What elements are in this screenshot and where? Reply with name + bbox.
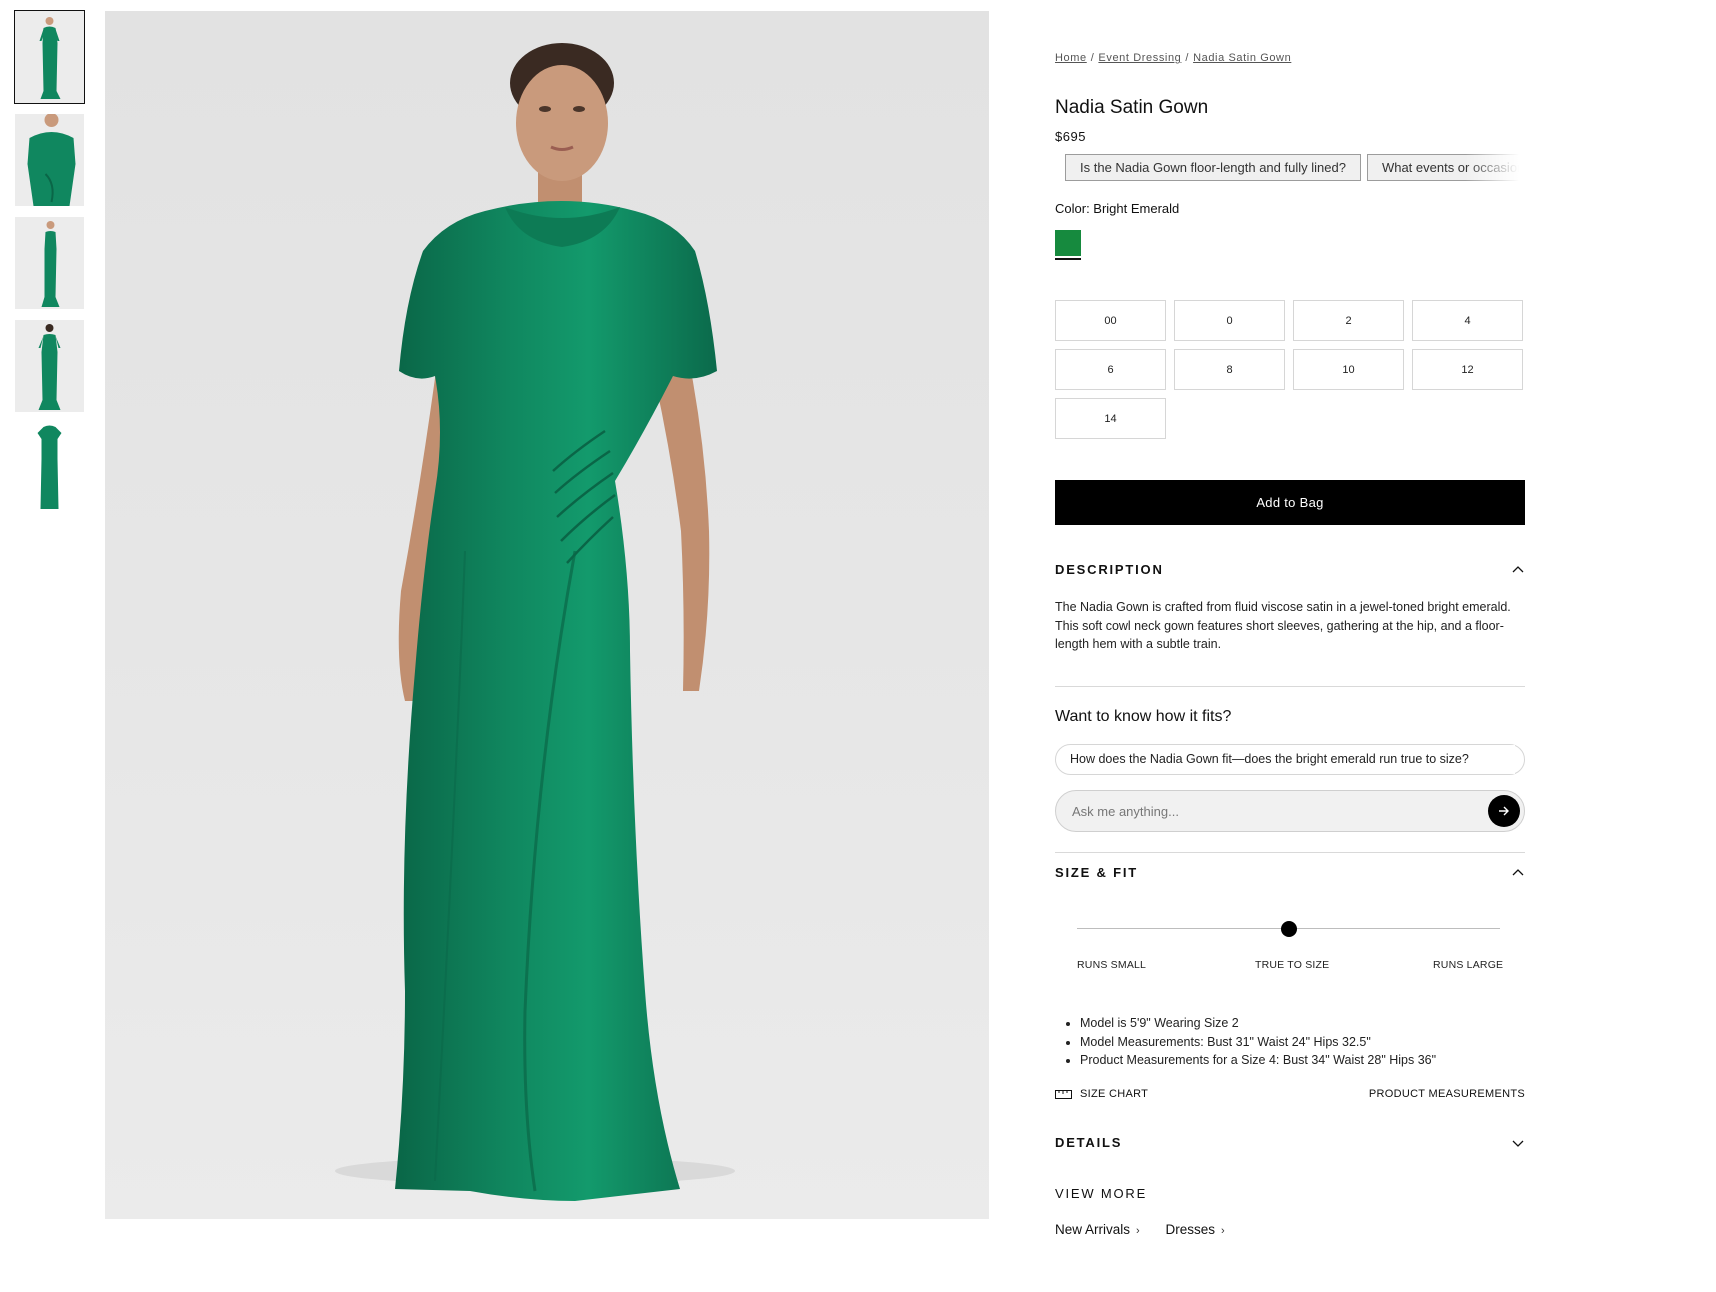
view-more-link-label: Dresses xyxy=(1165,1222,1215,1237)
size-chart-label: SIZE CHART xyxy=(1080,1088,1149,1100)
ask-box xyxy=(1055,790,1525,832)
view-more-link-label: New Arrivals xyxy=(1055,1222,1131,1237)
add-to-bag-button[interactable]: Add to Bag xyxy=(1055,480,1525,525)
divider xyxy=(1055,686,1525,687)
details-title: DETAILS xyxy=(1055,1135,1123,1150)
product-measurements-link[interactable]: PRODUCT MEASUREMENTS xyxy=(1369,1088,1525,1100)
chevron-right-icon: › xyxy=(1220,1225,1225,1237)
chips-fade xyxy=(1465,154,1525,182)
breadcrumb-separator: / xyxy=(1090,52,1095,64)
fit-suggested-question[interactable]: How does the Nadia Gown fit—does the bri… xyxy=(1055,744,1525,775)
fit-note: Model Measurements: Bust 31" Waist 24" H… xyxy=(1080,1033,1436,1052)
breadcrumb-current[interactable]: Nadia Satin Gown xyxy=(1193,52,1291,64)
breadcrumb-home[interactable]: Home xyxy=(1055,52,1087,64)
thumbnail-flat[interactable] xyxy=(15,423,84,515)
view-more-title: VIEW MORE xyxy=(1055,1186,1148,1201)
size-fit-accordion-header[interactable]: SIZE & FIT xyxy=(1055,865,1525,880)
fit-notes-list: Model is 5'9" Wearing Size 2 Model Measu… xyxy=(1080,1014,1436,1070)
chevron-right-icon: › xyxy=(1136,1225,1140,1237)
size-option[interactable]: 8 xyxy=(1174,349,1285,390)
fit-assistant-title: Want to know how it fits? xyxy=(1055,708,1232,725)
ask-input[interactable] xyxy=(1072,791,1472,831)
color-swatch-bright-emerald[interactable] xyxy=(1055,230,1081,256)
gown-detail-thumbnail-image xyxy=(27,114,75,206)
breadcrumb-event-dressing[interactable]: Event Dressing xyxy=(1098,52,1181,64)
size-fit-title: SIZE & FIT xyxy=(1055,865,1138,880)
chevron-up-icon xyxy=(1512,565,1524,572)
size-option[interactable]: 0 xyxy=(1174,300,1285,341)
details-accordion-header[interactable]: DETAILS xyxy=(1055,1135,1525,1150)
size-chart-link[interactable]: SIZE CHART xyxy=(1055,1088,1148,1100)
thumbnail-list xyxy=(14,10,85,526)
chevron-down-icon xyxy=(1512,1140,1524,1147)
size-option[interactable]: 12 xyxy=(1412,349,1523,390)
gown-model-image xyxy=(335,43,735,1201)
product-price: $695 xyxy=(1055,129,1086,144)
view-more-links: New Arrivals › Dresses › xyxy=(1055,1222,1247,1237)
fit-note: Product Measurements for a Size 4: Bust … xyxy=(1080,1051,1436,1070)
size-option[interactable]: 4 xyxy=(1412,300,1523,341)
ruler-icon xyxy=(1055,1090,1072,1099)
gown-side-thumbnail-image xyxy=(41,221,59,307)
description-title: DESCRIPTION xyxy=(1055,562,1164,577)
breadcrumb-separator: / xyxy=(1185,52,1190,64)
size-option[interactable]: 10 xyxy=(1293,349,1404,390)
chevron-up-icon xyxy=(1512,868,1524,875)
fit-scale-indicator xyxy=(1280,921,1297,937)
send-button[interactable] xyxy=(1488,795,1520,827)
thumbnail-front[interactable] xyxy=(14,10,85,104)
arrow-right-icon xyxy=(1499,806,1509,816)
color-label: Color: Bright Emerald xyxy=(1055,201,1180,216)
size-option[interactable]: 2 xyxy=(1293,300,1404,341)
thumbnail-side[interactable] xyxy=(15,217,84,309)
gown-front-thumbnail-image xyxy=(39,17,60,99)
size-option[interactable]: 00 xyxy=(1055,300,1166,341)
product-main-image[interactable] xyxy=(105,11,989,1219)
gown-back-thumbnail-image xyxy=(38,324,60,410)
scale-label-runs-small: RUNS SMALL xyxy=(1077,959,1147,971)
fit-note: Model is 5'9" Wearing Size 2 xyxy=(1080,1014,1436,1033)
view-more-link-dresses[interactable]: Dresses › xyxy=(1165,1222,1224,1237)
suggested-questions: Is the Nadia Gown floor-length and fully… xyxy=(1065,154,1523,182)
breadcrumb: Home / Event Dressing / Nadia Satin Gown xyxy=(1055,52,1291,64)
size-option[interactable]: 14 xyxy=(1055,398,1166,439)
size-option[interactable]: 6 xyxy=(1055,349,1166,390)
gown-flat-thumbnail-image xyxy=(37,425,61,509)
scale-label-runs-large: RUNS LARGE xyxy=(1433,959,1504,971)
description-text: The Nadia Gown is crafted from fluid vis… xyxy=(1055,600,1511,651)
fit-question-fade xyxy=(1475,745,1515,774)
swatch-selected-indicator xyxy=(1055,258,1081,260)
scale-label-true-to-size: TRUE TO SIZE xyxy=(1255,959,1330,971)
description-accordion-header[interactable]: DESCRIPTION xyxy=(1055,562,1525,577)
suggested-question-chip[interactable]: Is the Nadia Gown floor-length and fully… xyxy=(1065,154,1361,181)
thumbnail-detail[interactable] xyxy=(15,114,84,206)
thumbnail-back[interactable] xyxy=(15,320,84,412)
view-more-link-new-arrivals[interactable]: New Arrivals › xyxy=(1055,1222,1140,1237)
divider xyxy=(1055,852,1525,853)
product-title: Nadia Satin Gown xyxy=(1055,97,1209,118)
